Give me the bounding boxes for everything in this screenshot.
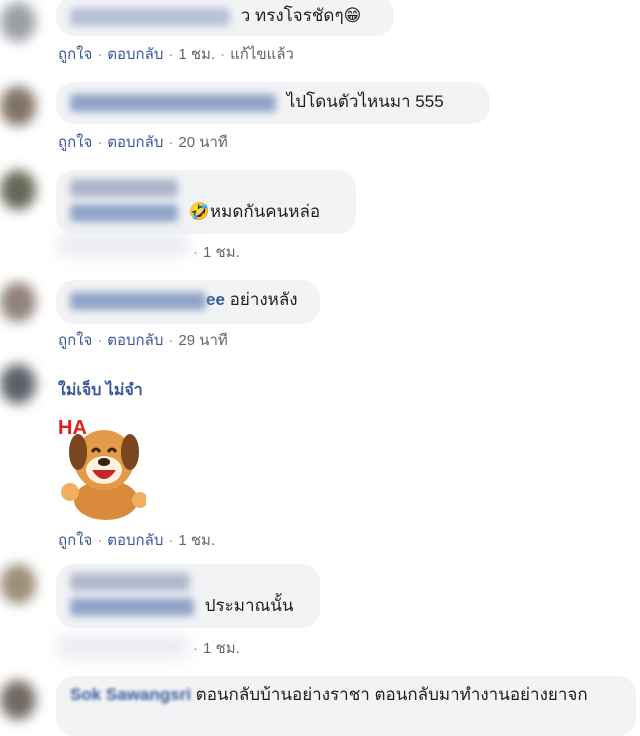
comment-actions: · 1 ชม.: [193, 244, 240, 261]
like-link[interactable]: ถูกใจ: [58, 332, 92, 349]
commenter-name-line2: [70, 597, 194, 616]
timestamp[interactable]: 1 ชม.: [178, 532, 215, 549]
comment-text: ไปโดนตัวไหนมา 555: [286, 92, 444, 111]
avatar[interactable]: [0, 86, 36, 126]
comment-bubble: ไปโดนตัวไหนมา 555: [56, 82, 490, 124]
comment-bubble: ว ทรงโจรชัดๆ😁: [56, 0, 394, 36]
commenter-name[interactable]: [70, 573, 190, 591]
blurred-actions: [58, 636, 188, 658]
timestamp[interactable]: 1 ชม.: [203, 244, 240, 261]
reply-link[interactable]: ตอบกลับ: [107, 46, 163, 63]
sticker-letters: HA: [58, 417, 87, 439]
commenter-name-line2: [70, 203, 178, 222]
laughing-dog-sticker[interactable]: HA: [56, 412, 146, 524]
timestamp[interactable]: 29 นาที: [178, 332, 227, 349]
avatar[interactable]: [0, 2, 36, 42]
reply-link[interactable]: ตอบกลับ: [107, 134, 163, 151]
avatar[interactable]: [0, 564, 36, 604]
timestamp[interactable]: 1 ชม.: [178, 46, 215, 63]
comment-text: ว ทรงโจรชัดๆ😁: [240, 6, 362, 25]
comment-actions: ถูกใจ · ตอบกลับ · 1 ชม. · แก้ไขแล้ว: [58, 46, 294, 63]
avatar[interactable]: [0, 364, 36, 404]
commenter-name[interactable]: [70, 93, 276, 112]
comment-bubble: Sok Sawangsri ตอนกลับบ้านอย่างราชา ตอนกล…: [56, 676, 636, 736]
comment-actions: · 1 ชม.: [193, 640, 240, 657]
comment-text: อย่างหลัง: [229, 290, 298, 309]
comment-text: ตอนกลับบ้านอย่างราชา ตอนกลับมาทำงานอย่าง…: [195, 685, 588, 704]
like-link[interactable]: ถูกใจ: [58, 532, 92, 549]
commenter-name[interactable]: Sok Sawangsri: [70, 685, 191, 704]
timestamp[interactable]: 1 ชม.: [203, 640, 240, 657]
comment-actions: ถูกใจ · ตอบกลับ · 20 นาที: [58, 134, 228, 151]
comment-text: ประมาณนั้น: [204, 596, 294, 615]
comment-text: 🤣หมดกันคนหล่อ: [188, 202, 321, 221]
commenter-name[interactable]: [70, 7, 230, 26]
like-link[interactable]: ถูกใจ: [58, 46, 92, 63]
avatar[interactable]: [0, 170, 36, 210]
timestamp[interactable]: 20 นาที: [178, 134, 227, 151]
like-link[interactable]: ถูกใจ: [58, 134, 92, 151]
commenter-name[interactable]: [70, 179, 178, 197]
reply-link[interactable]: ตอบกลับ: [107, 532, 163, 549]
reply-link[interactable]: ตอบกลับ: [107, 332, 163, 349]
commenter-name[interactable]: ใม่เจ็บ ไม่จำ: [58, 378, 143, 403]
commenter-name[interactable]: [70, 291, 206, 310]
edited-label[interactable]: แก้ไขแล้ว: [230, 46, 294, 63]
comment-actions: ถูกใจ · ตอบกลับ · 29 นาที: [58, 332, 228, 349]
comment-actions: ถูกใจ · ตอบกลับ · 1 ชม.: [58, 532, 216, 549]
avatar[interactable]: [0, 282, 36, 322]
comment-bubble: ee อย่างหลัง: [56, 280, 320, 324]
avatar[interactable]: [0, 680, 36, 720]
comment-bubble: ประมาณนั้น: [56, 564, 320, 628]
commenter-name-tail[interactable]: ee: [206, 290, 225, 309]
blurred-actions: [58, 234, 188, 256]
comment-bubble: 🤣หมดกันคนหล่อ: [56, 170, 356, 234]
